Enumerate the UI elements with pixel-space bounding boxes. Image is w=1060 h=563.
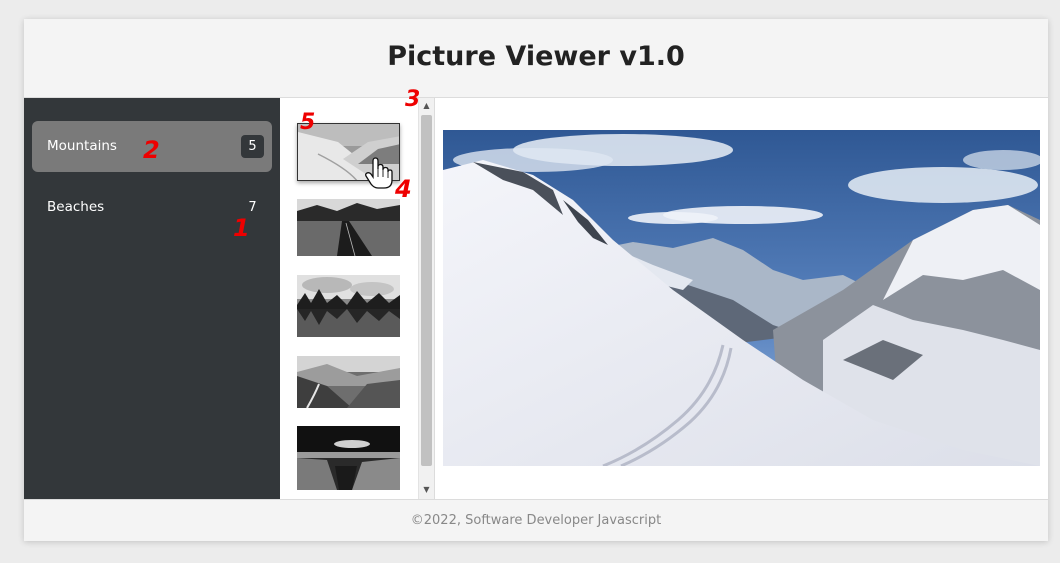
thumbnail-item[interactable] — [297, 199, 400, 256]
header: Picture Viewer v1.0 — [24, 19, 1048, 98]
thumbnail-list: ▲ ▼ — [280, 98, 435, 499]
snowy-mountain-ski-track-photo — [443, 130, 1040, 466]
annotation-marker-5: 5 — [300, 110, 316, 135]
copyright-text: ©2022, Software Developer Javascript — [410, 513, 662, 528]
category-count-badge: 5 — [241, 135, 264, 158]
scroll-up-arrow-icon[interactable]: ▲ — [419, 99, 434, 113]
category-label: Beaches — [47, 199, 105, 215]
category-label: Mountains — [47, 138, 117, 154]
image-viewer-panel — [436, 98, 1048, 499]
picture-viewer-window: Picture Viewer v1.0 Mountains 5 Beaches … — [24, 19, 1048, 541]
main-image — [443, 130, 1040, 466]
annotation-marker-4: 4 — [395, 175, 412, 203]
thumbnail-item[interactable] — [297, 426, 400, 490]
valley-path-thumbnail-image — [297, 356, 400, 408]
scrollbar-thumb[interactable] — [421, 115, 432, 466]
hand-pointer-cursor-icon — [365, 157, 393, 189]
page-title: Picture Viewer v1.0 — [387, 41, 685, 72]
road-thumbnail-image — [297, 199, 400, 256]
scroll-down-arrow-icon[interactable]: ▼ — [419, 483, 434, 497]
thumbnail-scrollbar[interactable]: ▲ ▼ — [418, 98, 434, 499]
annotation-marker-2: 2 — [143, 136, 160, 164]
thumbnail-item[interactable] — [297, 356, 400, 408]
annotation-marker-3: 3 — [405, 87, 421, 112]
footer: ©2022, Software Developer Javascript — [24, 499, 1048, 541]
thumbnail-item[interactable] — [297, 275, 400, 337]
annotation-marker-1: 1 — [233, 214, 250, 242]
lake-reflection-thumbnail-image — [297, 275, 400, 337]
canyon-thumbnail-image — [297, 426, 400, 490]
